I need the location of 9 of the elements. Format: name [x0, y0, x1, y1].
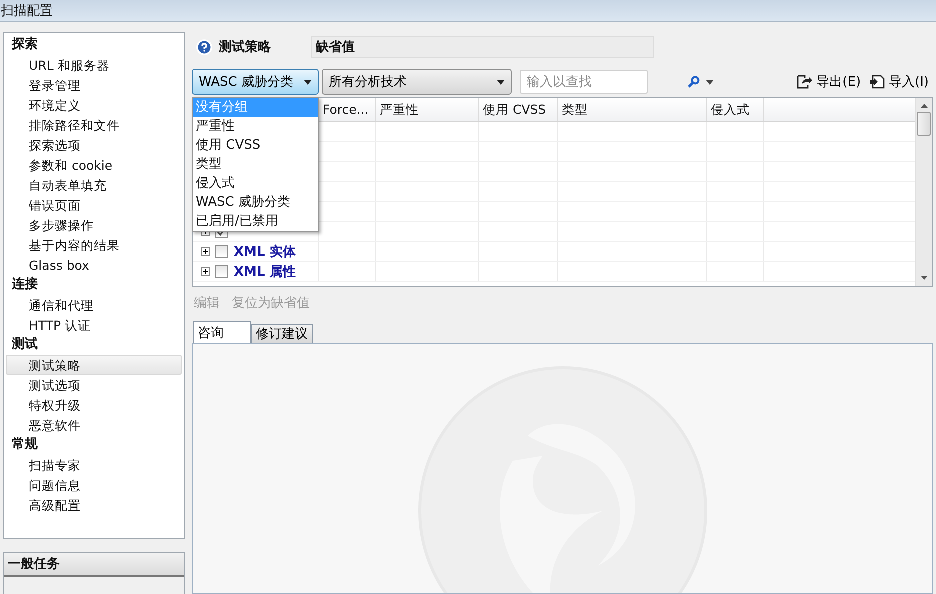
test-name: XML 属性: [234, 264, 296, 280]
test-name: XML 实体: [234, 244, 296, 260]
policy-value-field: 缺省值: [311, 36, 654, 58]
sidebar-group-label: 常规: [11, 436, 39, 454]
sidebar-group-label: 测试: [11, 336, 39, 354]
policy-label: 测试策略: [219, 39, 272, 56]
window-title: 扫描配置: [1, 2, 53, 20]
sidebar-group-label: 探索: [10, 36, 39, 54]
sidebar-group-label: 连接: [11, 276, 39, 294]
